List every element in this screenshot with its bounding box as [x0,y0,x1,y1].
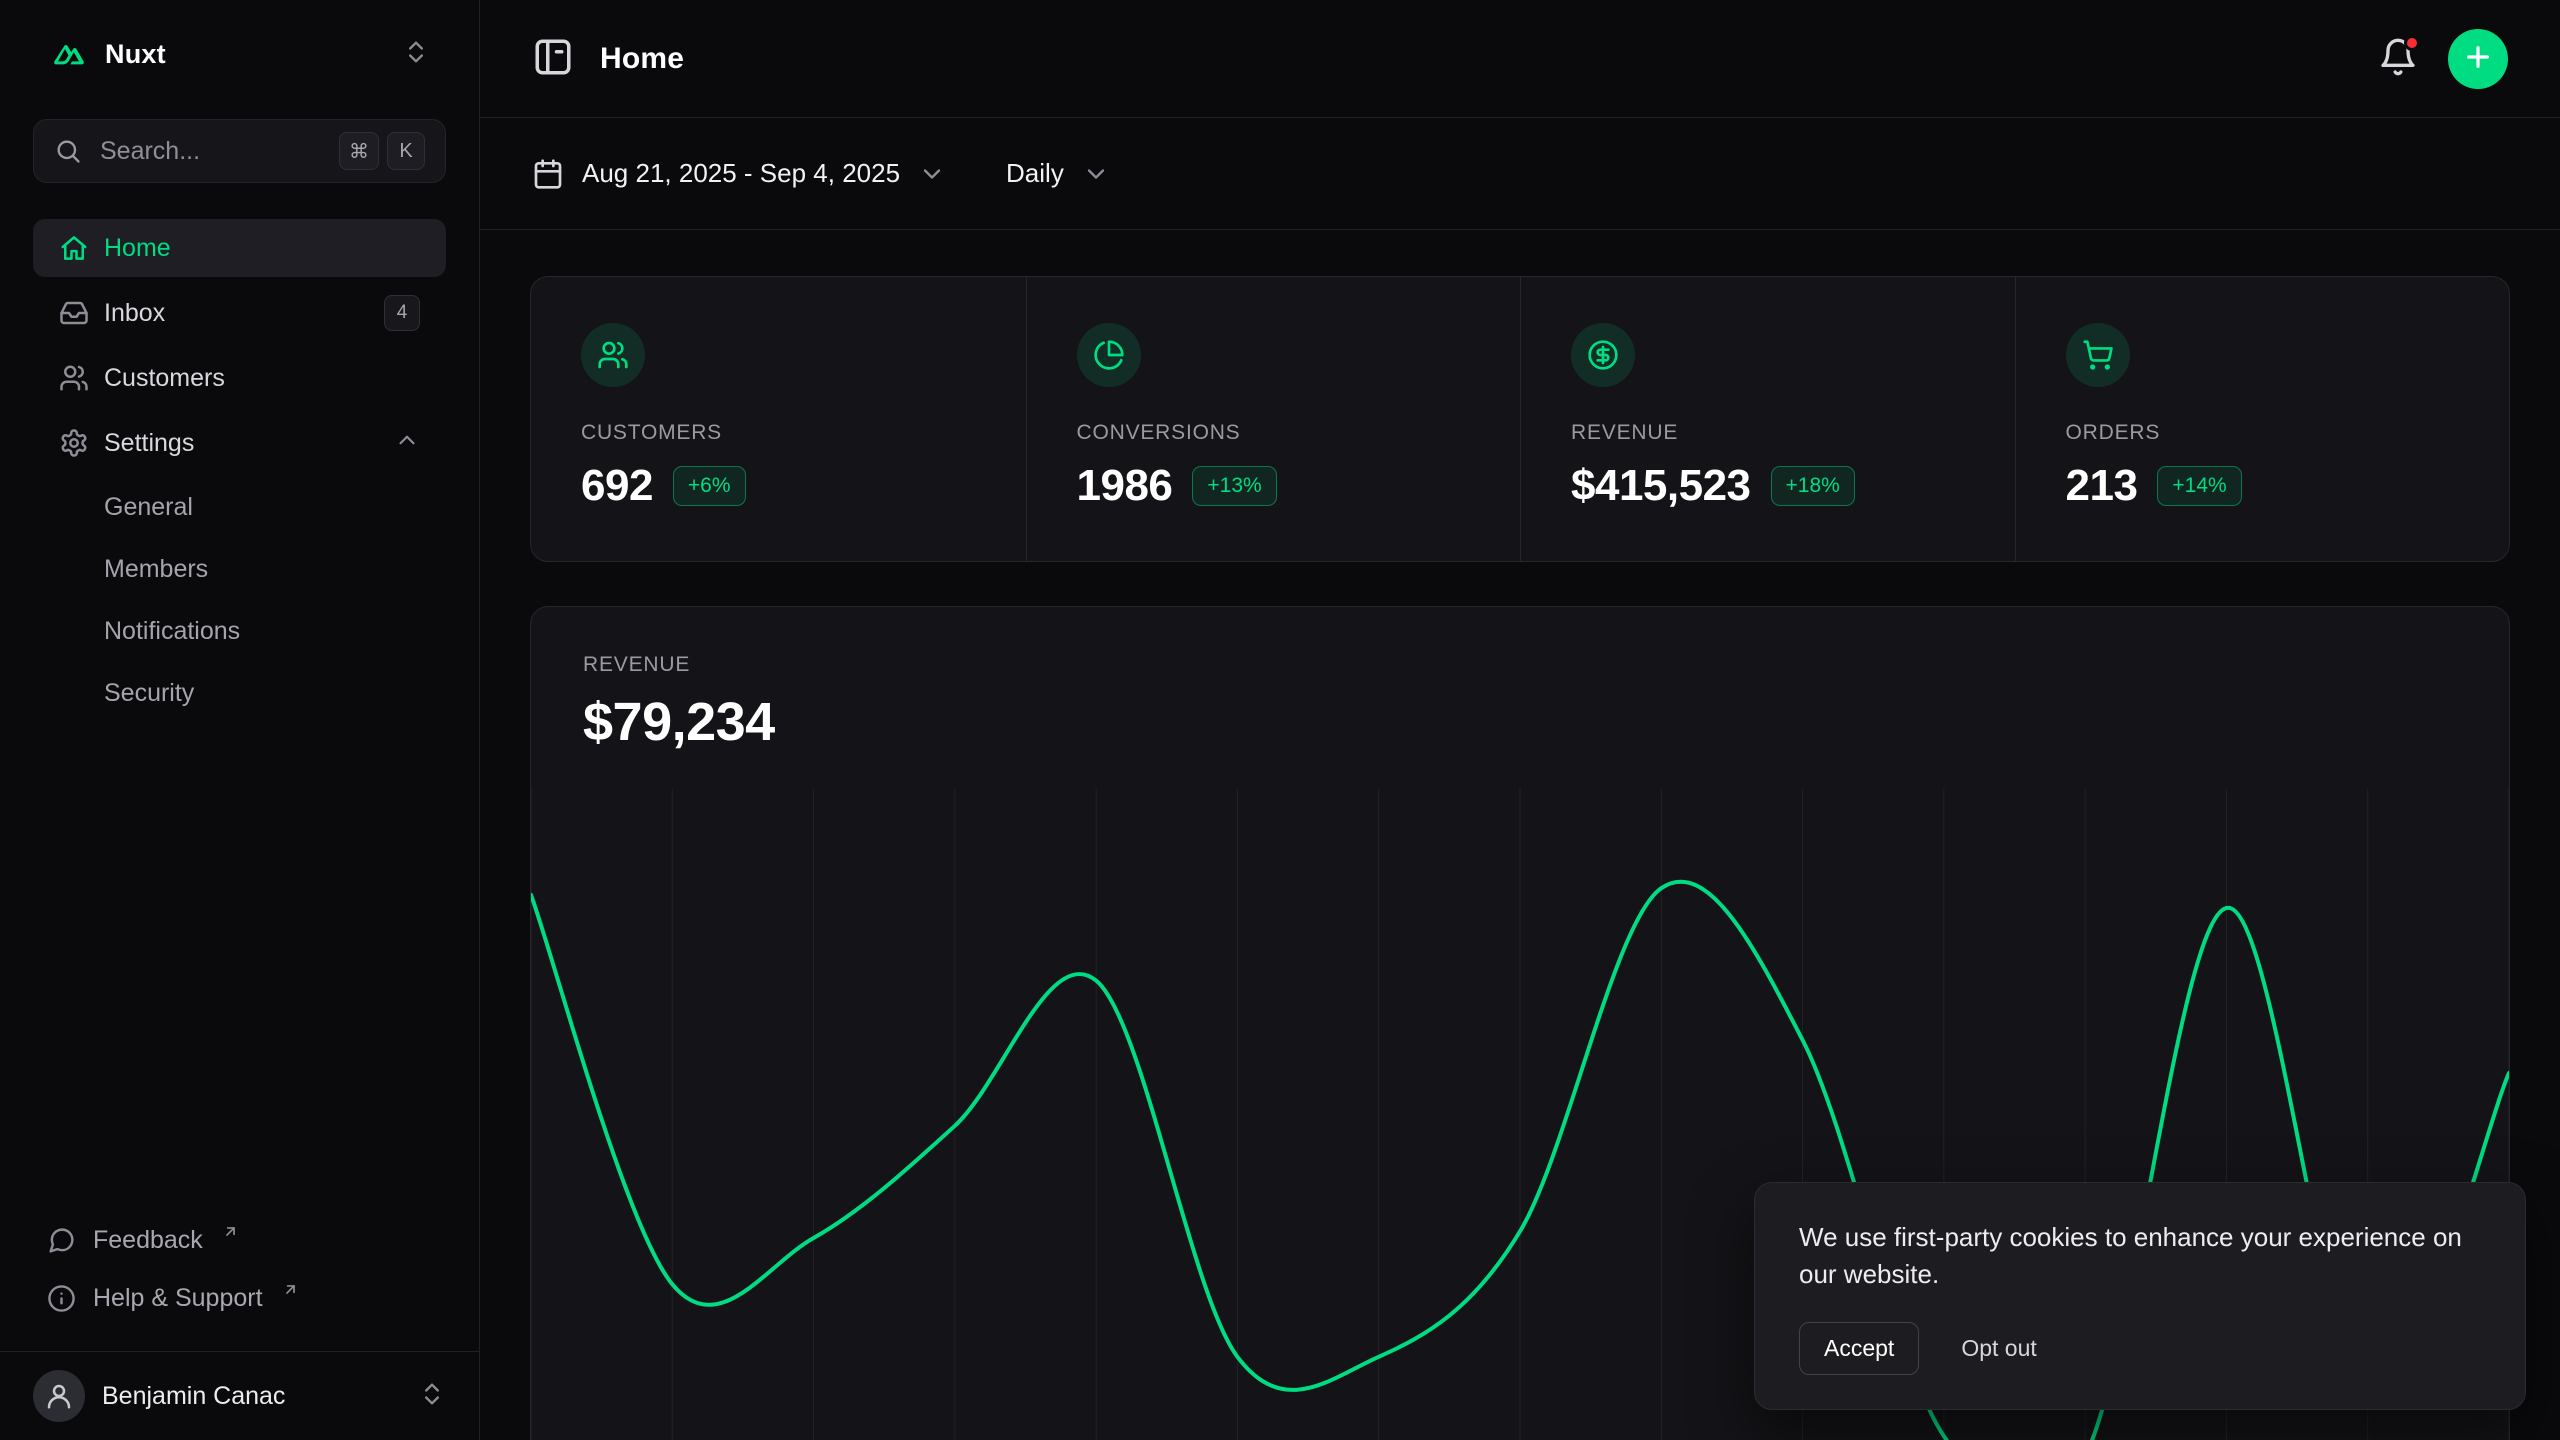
settings-sub-list: General Members Notifications Security [33,479,446,721]
search-shortcut: ⌘ K [339,132,425,170]
circle-dollar-icon [1571,323,1635,387]
sidebar-item-label: Home [104,234,171,263]
cookie-actions: Accept Opt out [1799,1322,2481,1375]
user-name: Benjamin Canac [102,1382,285,1411]
team-name: Nuxt [105,39,166,70]
home-icon [59,233,89,263]
stat-value: 692 [581,461,653,511]
user-menu[interactable]: Benjamin Canac [0,1351,479,1440]
sidebar-item-home[interactable]: Home [33,219,446,277]
panel-left-icon [532,36,574,81]
sidebar-footer: Feedback Help & Support [33,1211,446,1341]
stat-label: CUSTOMERS [581,421,976,445]
add-button[interactable] [2448,29,2508,89]
sidebar-item-members[interactable]: Members [33,541,446,597]
external-link-icon [282,1276,299,1305]
date-range-picker[interactable]: Aug 21, 2025 - Sep 4, 2025 [532,158,946,190]
sidebar-item-label: Settings [104,429,194,458]
sidebar-item-notifications[interactable]: Notifications [33,603,446,659]
stat-orders[interactable]: ORDERS 213 +14% [2015,277,2510,561]
stat-customers[interactable]: CUSTOMERS 692 +6% [531,277,1026,561]
users-icon [581,323,645,387]
inbox-count-badge: 4 [384,295,420,331]
help-support-label: Help & Support [93,1284,263,1313]
stat-delta-badge: +14% [2157,466,2241,506]
stat-value: 1986 [1077,461,1173,511]
stat-delta-badge: +18% [1771,466,1855,506]
avatar [33,1370,85,1422]
cookie-banner: We use first-party cookies to enhance yo… [1754,1182,2526,1410]
sidebar-item-label: Inbox [104,299,165,328]
cookie-optout-button[interactable]: Opt out [1961,1335,2036,1362]
stat-label: REVENUE [1571,421,1965,445]
notifications-button[interactable] [2378,37,2418,80]
search-input[interactable]: Search... ⌘ K [33,119,446,183]
stat-revenue[interactable]: REVENUE $415,523 +18% [1520,277,2015,561]
stat-value: 213 [2066,461,2138,511]
granularity-select[interactable]: Daily [1006,158,1110,189]
chevron-down-icon [1082,160,1110,188]
cookie-message: We use first-party cookies to enhance yo… [1799,1219,2481,1294]
revenue-chart-header: REVENUE $79,234 [531,607,2509,753]
inbox-icon [59,298,89,328]
filterbar: Aug 21, 2025 - Sep 4, 2025 Daily [480,118,2560,230]
sidebar: Nuxt Search... ⌘ K Home [0,0,480,1440]
topbar-actions [2378,29,2508,89]
gear-icon [59,428,89,458]
page-title: Home [600,42,684,76]
stat-delta-badge: +6% [673,466,746,506]
stat-value: $415,523 [1571,461,1751,511]
pie-chart-icon [1077,323,1141,387]
users-icon [59,363,89,393]
date-range-label: Aug 21, 2025 - Sep 4, 2025 [582,158,900,189]
team-switcher[interactable]: Nuxt [33,26,446,83]
chevrons-up-down-icon [418,1380,446,1413]
chevrons-up-down-icon [402,38,430,71]
stats-panel: CUSTOMERS 692 +6% CONVERSIONS 1986 +13% [530,276,2510,562]
sidebar-item-customers[interactable]: Customers [33,349,446,407]
stat-label: CONVERSIONS [1077,421,1471,445]
feedback-link[interactable]: Feedback [33,1211,446,1269]
stat-label: ORDERS [2066,421,2460,445]
sidebar-nav: Home Inbox 4 Customers Settings [33,219,446,721]
external-link-icon [222,1218,239,1247]
sidebar-toggle-button[interactable] [532,36,574,81]
sidebar-item-settings[interactable]: Settings [33,414,446,472]
plus-icon [2462,41,2494,76]
kbd-k: K [387,132,425,170]
search-placeholder: Search... [100,137,321,166]
revenue-chart-value: $79,234 [583,691,2457,753]
calendar-icon [532,158,564,190]
nuxt-logo-icon [49,40,89,70]
kbd-cmd: ⌘ [339,132,379,170]
granularity-label: Daily [1006,158,1064,189]
message-circle-icon [47,1226,76,1255]
chevron-up-icon [394,427,420,460]
stat-conversions[interactable]: CONVERSIONS 1986 +13% [1026,277,1521,561]
search-icon [54,137,82,165]
stat-delta-badge: +13% [1192,466,1276,506]
chevron-down-icon [918,160,946,188]
sidebar-item-security[interactable]: Security [33,665,446,721]
info-icon [47,1284,76,1313]
notification-dot [2404,35,2420,51]
topbar: Home [480,0,2560,118]
sidebar-item-inbox[interactable]: Inbox 4 [33,284,446,342]
sidebar-item-general[interactable]: General [33,479,446,535]
cookie-accept-button[interactable]: Accept [1799,1322,1919,1375]
help-support-link[interactable]: Help & Support [33,1269,446,1327]
feedback-label: Feedback [93,1226,203,1255]
revenue-chart-label: REVENUE [583,653,2457,677]
sidebar-item-label: Customers [104,364,225,393]
cart-icon [2066,323,2130,387]
